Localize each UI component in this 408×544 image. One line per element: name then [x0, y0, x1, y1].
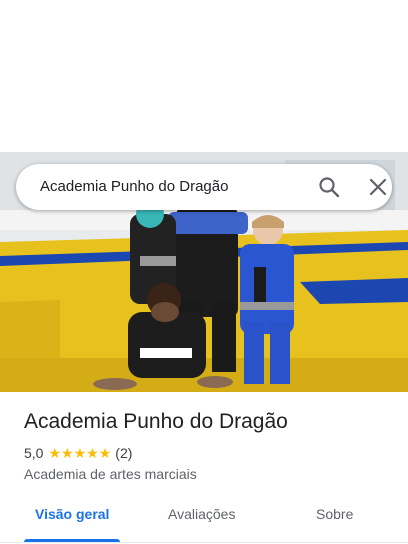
star-icon: ★ — [73, 445, 87, 461]
tab-reviews[interactable]: Avaliações — [168, 506, 235, 522]
star-rating: ★ ★ ★ ★ ★ — [48, 446, 111, 460]
place-category[interactable]: Academia de artes marciais — [24, 466, 197, 482]
rating-row[interactable]: 5,0 ★ ★ ★ ★ ★ (2) — [24, 444, 132, 462]
search-icon[interactable] — [318, 176, 340, 198]
star-icon: ★ — [61, 445, 74, 461]
search-bar[interactable]: Academia Punho do Dragão — [16, 164, 392, 210]
close-icon[interactable] — [368, 177, 388, 197]
tab-about[interactable]: Sobre — [316, 506, 353, 522]
search-input[interactable]: Academia Punho do Dragão — [40, 178, 228, 195]
star-icon: ★ — [86, 445, 99, 461]
place-tabs: Visão geral Avaliações Sobre — [0, 498, 408, 544]
tab-overview[interactable]: Visão geral — [35, 506, 109, 522]
star-icon: ★ — [98, 445, 112, 461]
rating-value: 5,0 — [24, 445, 44, 461]
review-count[interactable]: (2) — [115, 445, 132, 461]
star-icon: ★ — [48, 445, 62, 461]
place-title: Academia Punho do Dragão — [24, 410, 288, 433]
place-info-panel: Academia Punho do Dragão 5,0 ★ ★ ★ ★ ★ (… — [0, 392, 408, 544]
tabs-divider — [0, 542, 408, 543]
